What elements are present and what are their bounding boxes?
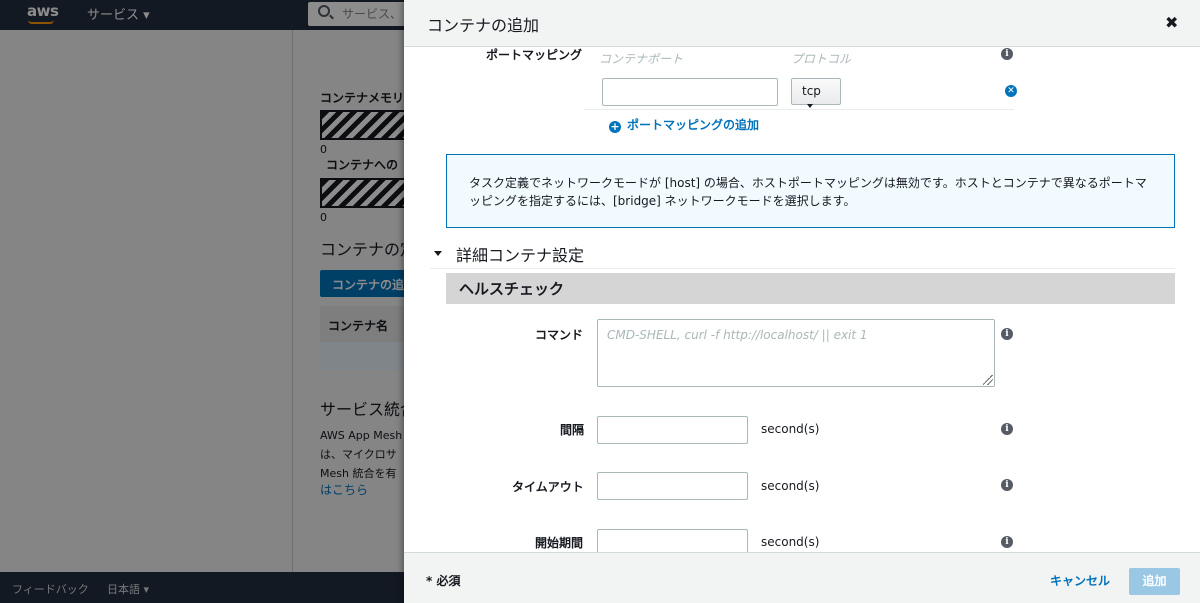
protocol-column-hint: プロトコル [791,52,852,66]
health-check-header: ヘルスチェック [446,273,1175,304]
add-button[interactable]: 追加 [1129,568,1180,595]
protocol-select-value: tcp [802,84,821,98]
info-icon[interactable]: i [1001,536,1013,548]
timeout-input[interactable] [597,472,748,500]
close-icon[interactable]: ✖ [1165,13,1178,32]
add-port-mapping-label: ポートマッピングの追加 [627,118,760,132]
timeout-label: タイムアウト [512,480,584,494]
network-mode-info-box: タスク定義でネットワークモードが [host] の場合、ホストポートマッピングは… [446,154,1175,228]
add-container-panel: コンテナの追加 ✖ ポートマッピング コンテナポート プロトコル i tcp ✕… [404,0,1200,603]
container-port-input[interactable] [602,78,778,106]
command-label: コマンド [535,328,584,342]
cancel-button[interactable]: キャンセル [1050,572,1110,589]
start-period-label: 開始期間 [535,536,584,550]
command-placeholder: CMD-SHELL, curl -f http://localhost/ || … [607,328,868,342]
panel-title: コンテナの追加 [427,16,540,35]
add-port-mapping-link[interactable]: + ポートマッピングの追加 [609,116,759,133]
container-port-column-hint: コンテナポート [599,52,684,66]
start-period-input[interactable] [597,529,748,552]
interval-input[interactable] [597,416,748,444]
remove-circle-icon[interactable]: ✕ [1005,85,1017,97]
interval-label: 間隔 [560,423,585,437]
timeout-unit: second(s) [761,479,820,493]
row-divider [584,109,1014,110]
protocol-select[interactable]: tcp [791,78,841,108]
required-note: * 必須 [426,574,461,588]
advanced-container-settings-toggle[interactable]: 詳細コンテナ設定 [430,240,1175,269]
start-period-unit: second(s) [761,535,820,549]
info-icon[interactable]: i [1001,48,1013,60]
info-icon[interactable]: i [1001,423,1013,435]
expand-triangle-icon [434,251,442,256]
resize-handle-icon[interactable] [983,375,993,385]
health-check-title: ヘルスチェック [459,280,565,298]
advanced-section-title: 詳細コンテナ設定 [456,246,585,265]
panel-body[interactable]: ポートマッピング コンテナポート プロトコル i tcp ✕ + ポートマッピング… [404,47,1200,552]
port-mapping-label: ポートマッピング [486,48,583,62]
caret-down-icon [807,103,813,108]
interval-unit: second(s) [761,422,820,436]
panel-header: コンテナの追加 ✖ [404,0,1200,47]
info-icon[interactable]: i [1001,479,1013,491]
panel-footer: * 必須 キャンセル 追加 [404,552,1200,603]
add-circle-icon: + [609,120,621,133]
command-textarea[interactable]: CMD-SHELL, curl -f http://localhost/ || … [597,319,995,387]
info-icon[interactable]: i [1001,328,1013,340]
